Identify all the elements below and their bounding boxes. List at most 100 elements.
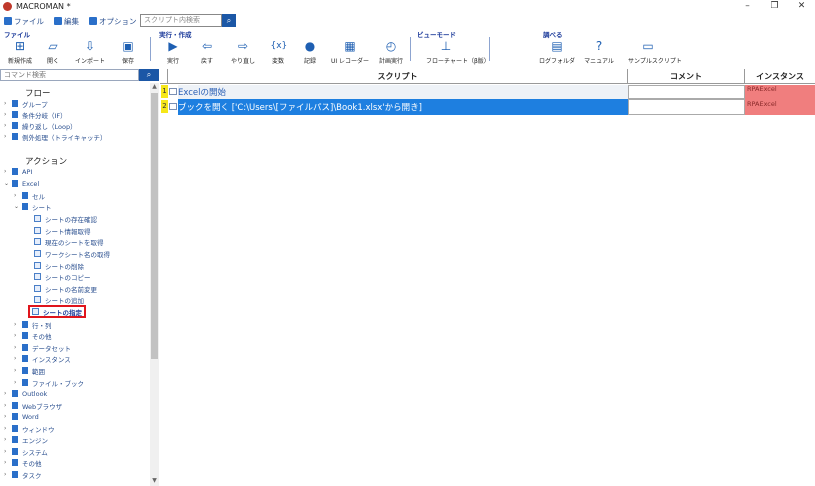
tree-item-range[interactable]: › 範囲 [14,365,45,376]
column-header-instance[interactable]: インスタンス [745,69,815,84]
tree-item-try-catch[interactable]: › 例外処理（トライキャッチ） [4,131,107,142]
command-search-button[interactable]: ⌕ [139,69,159,81]
book-icon [12,122,18,129]
table-row[interactable] [178,85,628,99]
tree-item-if[interactable]: › 条件分岐（IF） [4,109,67,120]
script-step-text[interactable]: ブックを開く ['C:\Users\[ファイルパス]\Book1.xlsx'から… [178,101,422,113]
scrollbar-thumb[interactable] [151,93,158,359]
chevron-right-icon: › [4,122,7,129]
menu-options[interactable]: オプション [89,16,137,27]
ui-recorder-label: UI レコーダー [330,58,370,65]
comment-cell[interactable] [628,85,745,99]
instance-cell[interactable]: RPAExcel [745,99,815,115]
column-header-script[interactable]: スクリプト [168,69,628,84]
tree-item-other[interactable]: › その他 [4,457,42,468]
menu-file[interactable]: ファイル [4,16,44,27]
import-button[interactable]: ⇩ インポート [70,39,110,65]
tree-item-system[interactable]: › システム [4,446,48,457]
record-button[interactable]: ● 記録 [290,39,330,65]
record-icon: ● [304,39,316,53]
tree-item-excel-other[interactable]: › その他 [14,330,52,341]
tree-item-label: グループ [22,100,48,109]
tree-item-label: データセット [32,344,71,353]
tree-leaf-sheet-delete[interactable]: シートの削除 [34,260,84,271]
tree-item-label: シート情報取得 [45,227,91,236]
ribbon-group-lookup: 調べる [543,31,563,39]
command-icon [34,262,41,269]
manual-button[interactable]: ? マニュアル [579,39,619,65]
tree-leaf-sheet-add[interactable]: シートの追加 [34,294,84,305]
book-icon [12,100,18,107]
ui-recorder-button[interactable]: ▦ UI レコーダー [330,39,370,65]
tree-item-label: シート [32,203,52,212]
tree-leaf-current-sheet[interactable]: 現在のシートを取得 [34,236,104,247]
maximize-button[interactable]: ❐ [761,0,788,13]
tree-scrollbar[interactable]: ▲ ▼ [150,83,159,486]
close-button[interactable]: ✕ [788,0,815,13]
book-icon [12,390,18,397]
tree-item-loop[interactable]: › 繰り返し（Loop） [4,120,77,131]
tree-leaf-sheet-exists[interactable]: シートの存在確認 [34,213,97,224]
chevron-right-icon: › [4,100,7,107]
tree-item-label: ファイル・ブック [32,379,84,388]
tree-leaf-sheet-rename[interactable]: シートの名前変更 [34,283,97,294]
tree-item-word[interactable]: › Word [4,411,39,422]
help-icon: ? [595,39,603,53]
comment-cell[interactable] [628,99,745,115]
sample-script-icon: ▭ [642,39,654,53]
chevron-down-icon: ⌄ [14,203,20,210]
script-search-input[interactable]: スクリプト内検索 [140,14,222,27]
tree-item-dataset[interactable]: › データセット [14,342,71,353]
menu-edit[interactable]: 編集 [54,16,79,27]
open-label: 開く [46,58,59,65]
redo-label: やり直し [230,58,255,65]
column-header-comment[interactable]: コメント [628,69,745,84]
tree-item-label: Excel [22,179,40,188]
tree-item-rows-cols[interactable]: › 行・列 [14,319,52,330]
tree-item-excel[interactable]: ⌄ Excel [4,178,39,189]
schedule-run-button[interactable]: ◴ 計画実行 [371,39,411,65]
log-folder-button[interactable]: ▤ ログフォルダ [537,39,577,65]
open-button[interactable]: ▱ 開く [33,39,73,65]
tree-item-label: 繰り返し（Loop） [22,122,77,131]
flowchart-button[interactable]: ⊥ フローチャート（β版） [426,39,490,65]
command-search-input[interactable]: コマンド検索 [0,69,139,81]
save-button[interactable]: ▣ 保存 [108,39,148,65]
tree-leaf-sheet-info[interactable]: シート情報取得 [34,225,91,236]
scroll-up-icon[interactable]: ▲ [150,83,159,92]
tree-leaf-sheet-names[interactable]: ワークシート名の取得 [34,248,110,259]
tree-item-sheet[interactable]: ⌄ シート [14,201,52,212]
redo-button[interactable]: ⇨ やり直し [223,39,263,65]
ribbon-separator [150,37,151,61]
tree-item-cell[interactable]: › セル [14,190,45,201]
script-search-button[interactable]: ⌕ [222,14,236,27]
chevron-right-icon: › [4,425,7,432]
tree-item-group[interactable]: › グループ [4,98,48,109]
tree-item-label: ワークシート名の取得 [45,250,110,259]
script-step-text[interactable]: Excelの開始 [178,86,226,98]
minimize-button[interactable]: – [734,0,761,13]
book-icon [12,425,18,432]
tree-item-api[interactable]: › API [4,166,32,177]
row-number-header [160,69,168,84]
chevron-right-icon: › [4,436,7,443]
tree-item-engine[interactable]: › エンジン [4,434,48,445]
search-icon: ⌕ [226,16,232,25]
sample-script-button[interactable]: ▭ サンプルスクリプト [628,39,682,65]
chevron-right-icon: › [4,390,7,397]
tree-leaf-sheet-select[interactable]: シートの指定 [28,305,86,318]
undo-button[interactable]: ⇦ 戻す [187,39,227,65]
chevron-right-icon: › [14,379,17,386]
scroll-down-icon[interactable]: ▼ [150,477,159,486]
tree-item-web-browser[interactable]: › Webブラウザ [4,400,62,411]
tree-item-task[interactable]: › タスク [4,469,42,480]
command-icon [34,238,41,245]
tree-item-outlook[interactable]: › Outlook [4,388,47,399]
instance-cell[interactable]: RPAExcel [745,85,815,99]
tree-item-instance[interactable]: › インスタンス [14,353,71,364]
tree-leaf-sheet-copy[interactable]: シートのコピー [34,271,91,282]
tree-item-file-book[interactable]: › ファイル・ブック [14,377,84,388]
undo-icon: ⇦ [201,39,213,53]
tree-item-label: API [22,167,33,176]
tree-item-window[interactable]: › ウィンドウ [4,423,55,434]
